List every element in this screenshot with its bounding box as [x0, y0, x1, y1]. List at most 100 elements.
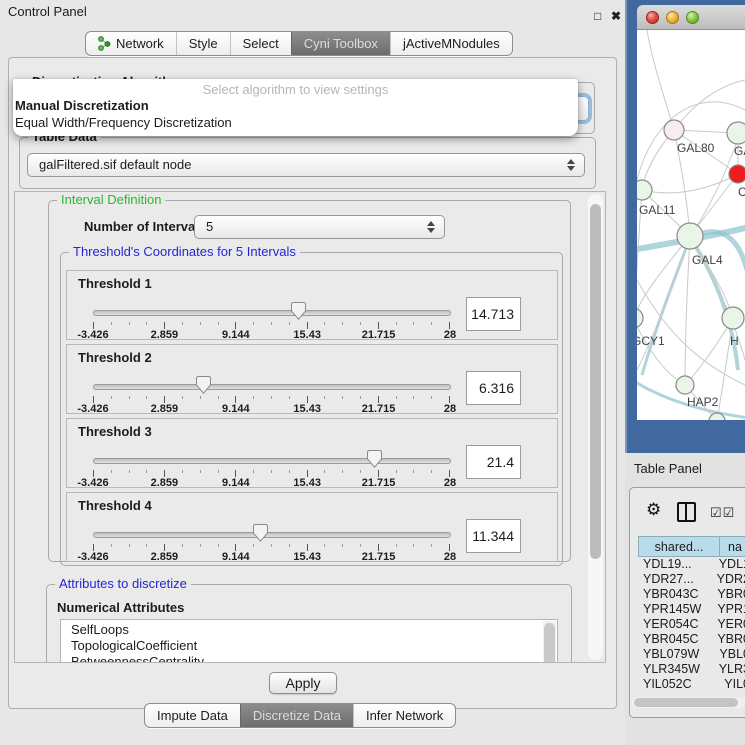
attribute-list-item[interactable]: SelfLoops	[71, 622, 557, 638]
table-row[interactable]: YER054CYER0	[638, 617, 745, 632]
table-data-combobox[interactable]: galFiltered.sif default node	[27, 153, 585, 177]
horizontal-scrollbar-thumb[interactable]	[634, 698, 738, 707]
settings-gear-icon[interactable]: ⚙	[646, 500, 661, 520]
zoom-traffic-light[interactable]	[686, 11, 699, 24]
network-node-ga[interactable]	[727, 122, 745, 144]
threshold-slider-track[interactable]	[93, 458, 451, 464]
table-cell[interactable]: YDL1	[712, 557, 745, 572]
tab-cyni-toolbox[interactable]: Cyni Toolbox	[291, 32, 390, 55]
threshold-slider-track[interactable]	[93, 310, 451, 316]
table-row[interactable]: YDL19...YDL1	[638, 557, 745, 572]
threshold-slider-track[interactable]	[93, 532, 451, 538]
threshold-slider-track[interactable]	[93, 384, 451, 390]
table-row[interactable]: YDR27...YDR2	[638, 572, 745, 587]
threshold-label: Threshold 3	[78, 424, 152, 439]
attribute-list-item[interactable]: BetweennessCentrality	[71, 654, 557, 663]
table-row[interactable]: YLR345WYLR3	[638, 662, 745, 677]
table-cell[interactable]: YBR043C	[638, 587, 710, 602]
number-of-intervals-value: 5	[206, 219, 213, 234]
network-node-h[interactable]	[722, 307, 744, 329]
attribute-list-item[interactable]: TopologicalCoefficient	[71, 638, 557, 654]
node-label: GAL4	[692, 253, 723, 267]
tick-label: 21.715	[362, 551, 396, 563]
dropdown-option-equal-width[interactable]: Equal Width/Frequency Discretization	[13, 114, 578, 131]
numerical-attributes-list[interactable]: SelfLoopsTopologicalCoefficientBetweenne…	[60, 619, 558, 663]
slider-tick-labels: -3.4262.8599.14415.4321.71528	[93, 477, 450, 489]
node-label: H	[730, 334, 739, 348]
table-row[interactable]: YBR043CYBR0	[638, 587, 745, 602]
close-icon[interactable]: ✖	[611, 4, 621, 28]
table-cell[interactable]: YDL19...	[638, 557, 712, 572]
table-row[interactable]: YIL052CYIL0	[638, 677, 745, 692]
threshold-value-field[interactable]: 6.316	[466, 371, 521, 405]
split-view-icon[interactable]	[677, 502, 696, 522]
vertical-scrollbar[interactable]	[588, 194, 603, 660]
minimize-traffic-light[interactable]	[666, 11, 679, 24]
threshold-slider-thumb[interactable]	[196, 376, 211, 394]
table-cell[interactable]: YLR3	[712, 662, 745, 677]
dropdown-option-manual-discretization[interactable]: Manual Discretization	[13, 97, 578, 114]
table-cell[interactable]: YLR345W	[638, 662, 712, 677]
table-panel-title: Table Panel	[634, 461, 702, 476]
tab-discretize-data[interactable]: Discretize Data	[240, 704, 353, 727]
thresholds-group-title: Threshold's Coordinates for 5 Intervals	[69, 245, 300, 259]
table-cell[interactable]: YIL052C	[638, 677, 717, 692]
threshold-slider-thumb[interactable]	[367, 450, 382, 468]
network-node-gal11[interactable]	[637, 180, 652, 200]
column-header-shared-name[interactable]: shared...	[638, 536, 720, 557]
tab-label: Cyni Toolbox	[304, 36, 378, 51]
spinner-arrows-icon[interactable]	[427, 216, 435, 238]
network-node-gal80[interactable]	[664, 120, 684, 140]
number-of-intervals-spinner[interactable]: 5	[194, 215, 445, 239]
table-cell[interactable]: YDR2	[710, 572, 745, 587]
threshold-value-field[interactable]: 21.4	[466, 445, 521, 479]
list-scrollbar[interactable]	[543, 621, 556, 663]
vertical-scrollbar-thumb[interactable]	[590, 204, 601, 559]
network-node-gcy1[interactable]	[637, 308, 643, 328]
table-cell[interactable]: YBL079W	[638, 647, 712, 662]
close-traffic-light[interactable]	[646, 11, 659, 24]
tab-network[interactable]: Network	[86, 32, 176, 55]
select-columns-icon[interactable]: ☑☑	[710, 505, 735, 521]
apply-button[interactable]: Apply	[269, 672, 337, 694]
table-row[interactable]: YPR145WYPR1	[638, 602, 745, 617]
threshold-panel: Threshold 2 -3.4262.8599.14415.4321.7152…	[66, 344, 558, 414]
table-cell[interactable]: YPR145W	[638, 602, 710, 617]
network-icon	[98, 36, 111, 51]
tab-infer-network[interactable]: Infer Network	[353, 704, 455, 727]
table-cell[interactable]: YBR0	[710, 632, 745, 647]
threshold-value-field[interactable]: 14.713	[466, 297, 521, 331]
threshold-slider-thumb[interactable]	[291, 302, 306, 320]
tab-jactivemnodules[interactable]: jActiveMNodules	[390, 32, 512, 55]
cyni-mode-tabs: Impute DataDiscretize DataInfer Network	[144, 703, 456, 728]
network-node-gal4[interactable]	[677, 223, 703, 249]
table-cell[interactable]: YBR0	[710, 587, 745, 602]
column-header-name[interactable]: na	[720, 536, 745, 557]
float-window-icon[interactable]: □	[594, 4, 601, 28]
table-cell[interactable]: YBL0	[712, 647, 745, 662]
table-cell[interactable]: YER0	[710, 617, 745, 632]
network-nodes: GAL80GACGAL11GAL4GCY1HHAP2	[637, 120, 745, 420]
threshold-value-field[interactable]: 11.344	[466, 519, 521, 553]
table-panel-window: ⚙ ☑☑ shared... na YDL19...YDL1YDR27...YD…	[629, 487, 745, 718]
table-cell[interactable]: YDR27...	[638, 572, 710, 587]
table-data-selected-value: galFiltered.sif default node	[39, 157, 191, 172]
table-row[interactable]: YBL079WYBL0	[638, 647, 745, 662]
tab-style[interactable]: Style	[176, 32, 230, 55]
table-cell[interactable]: YPR1	[710, 602, 745, 617]
threshold-slider-thumb[interactable]	[253, 524, 268, 542]
control-panel-tabs: NetworkStyleSelect Cyni Toolbox jActiveMNo…	[85, 31, 513, 56]
table-cell[interactable]: YIL0	[717, 677, 745, 692]
horizontal-scrollbar[interactable]	[632, 697, 745, 708]
tab-impute-data[interactable]: Impute Data	[145, 704, 240, 727]
network-node-hap2[interactable]	[676, 376, 694, 394]
numerical-attributes-label: Numerical Attributes	[57, 600, 184, 615]
table-row[interactable]: YBR045CYBR0	[638, 632, 745, 647]
table-cell[interactable]: YBR045C	[638, 632, 710, 647]
node-label: GAL80	[677, 141, 715, 155]
network-canvas[interactable]: GAL80GACGAL11GAL4GCY1HHAP2	[637, 30, 745, 420]
network-node-c[interactable]	[729, 165, 745, 183]
tab-select[interactable]: Select	[230, 32, 291, 55]
table-cell[interactable]: YER054C	[638, 617, 710, 632]
slider-ticks	[93, 470, 450, 477]
